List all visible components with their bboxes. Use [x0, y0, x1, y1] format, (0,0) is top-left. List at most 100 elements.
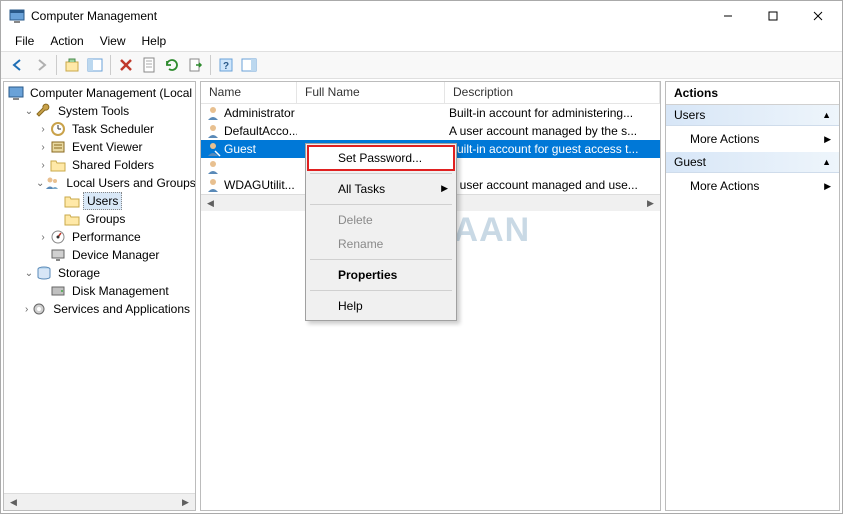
menu-help[interactable]: Help	[134, 32, 175, 50]
tree-shared-folders[interactable]: › Shared Folders	[6, 156, 193, 174]
menu-action[interactable]: Action	[42, 32, 91, 50]
separator	[310, 290, 452, 291]
chevron-right-icon: ▶	[824, 134, 831, 145]
minimize-button[interactable]	[705, 2, 750, 30]
separator	[310, 204, 452, 205]
list-row[interactable]: Administrator Built-in account for admin…	[201, 104, 660, 122]
wrench-icon	[36, 103, 52, 119]
column-name[interactable]: Name	[201, 82, 297, 103]
chevron-right-icon: ▶	[824, 181, 831, 192]
export-list-button[interactable]	[184, 54, 206, 76]
properties-button[interactable]	[138, 54, 160, 76]
chevron-up-icon: ▲	[822, 157, 831, 167]
actions-more-guest[interactable]: More Actions ▶	[666, 173, 839, 199]
user-disabled-icon	[205, 141, 221, 157]
chevron-right-icon[interactable]: ›	[36, 160, 50, 171]
list-row[interactable]: DefaultAcco... A user account managed by…	[201, 122, 660, 140]
ctx-properties[interactable]: Properties	[308, 263, 454, 287]
tree-hscrollbar[interactable]: ◀ ▶	[4, 493, 195, 510]
show-hide-tree-button[interactable]	[84, 54, 106, 76]
folder-icon	[64, 211, 80, 227]
chevron-down-icon[interactable]: ⌄	[36, 178, 44, 189]
tree-services-apps[interactable]: › Services and Applications	[6, 300, 193, 318]
tree-task-scheduler[interactable]: › Task Scheduler	[6, 120, 193, 138]
separator	[310, 173, 452, 174]
actions-section-users[interactable]: Users ▲	[666, 105, 839, 126]
list-header: Name Full Name Description	[201, 82, 660, 104]
gear-icon	[31, 301, 47, 317]
chevron-right-icon[interactable]: ›	[36, 232, 50, 243]
refresh-button[interactable]	[161, 54, 183, 76]
chevron-right-icon[interactable]: ›	[22, 304, 31, 315]
tree-groups[interactable]: Groups	[6, 210, 193, 228]
shared-folder-icon	[50, 157, 66, 173]
folder-icon	[64, 193, 80, 209]
actions-more-users[interactable]: More Actions ▶	[666, 126, 839, 152]
window-title: Computer Management	[31, 9, 157, 23]
separator	[310, 259, 452, 260]
chevron-up-icon: ▲	[822, 110, 831, 120]
users-group-icon	[44, 175, 60, 191]
context-menu: Set Password... All Tasks ▶ Delete Renam…	[305, 143, 457, 321]
scroll-left-icon[interactable]: ◀	[5, 495, 22, 510]
scroll-right-icon[interactable]: ▶	[177, 495, 194, 510]
maximize-button[interactable]	[750, 2, 795, 30]
ctx-all-tasks[interactable]: All Tasks ▶	[308, 177, 454, 201]
tree: Computer Management (Local ⌄ System Tool…	[4, 82, 195, 493]
help-button[interactable]: ?	[215, 54, 237, 76]
ctx-help[interactable]: Help	[308, 294, 454, 318]
tree-local-users[interactable]: ⌄ Local Users and Groups	[6, 174, 193, 192]
chevron-right-icon[interactable]: ›	[36, 142, 50, 153]
toolbar: ?	[1, 51, 842, 79]
performance-icon	[50, 229, 66, 245]
ctx-delete[interactable]: Delete	[308, 208, 454, 232]
list-pane: Name Full Name Description Administrator…	[200, 81, 661, 511]
tree-pane: Computer Management (Local ⌄ System Tool…	[3, 81, 196, 511]
tree-disk-management[interactable]: Disk Management	[6, 282, 193, 300]
actions-pane: Actions Users ▲ More Actions ▶ Guest ▲ M…	[665, 81, 840, 511]
column-full-name[interactable]: Full Name	[297, 82, 445, 103]
svg-text:?: ?	[223, 61, 229, 72]
clock-icon	[50, 121, 66, 137]
tree-storage[interactable]: ⌄ Storage	[6, 264, 193, 282]
user-icon	[205, 159, 221, 175]
tree-event-viewer[interactable]: › Event Viewer	[6, 138, 193, 156]
chevron-down-icon[interactable]: ⌄	[22, 268, 36, 279]
menu-file[interactable]: File	[7, 32, 42, 50]
user-icon	[205, 105, 221, 121]
chevron-down-icon[interactable]: ⌄	[22, 106, 36, 117]
tree-root[interactable]: Computer Management (Local	[6, 84, 193, 102]
close-button[interactable]	[795, 2, 840, 30]
chevron-right-icon: ▶	[441, 183, 448, 194]
content-area: Computer Management (Local ⌄ System Tool…	[1, 79, 842, 513]
menu-view[interactable]: View	[92, 32, 134, 50]
ctx-set-password[interactable]: Set Password...	[308, 146, 454, 170]
chevron-right-icon[interactable]: ›	[36, 124, 50, 135]
ctx-rename[interactable]: Rename	[308, 232, 454, 256]
computer-management-icon	[8, 85, 24, 101]
forward-button[interactable]	[30, 54, 52, 76]
list-body: Administrator Built-in account for admin…	[201, 104, 660, 194]
tree-users[interactable]: Users	[6, 192, 193, 210]
storage-icon	[36, 265, 52, 281]
delete-button[interactable]	[115, 54, 137, 76]
tree-performance[interactable]: › Performance	[6, 228, 193, 246]
user-icon	[205, 123, 221, 139]
app-icon	[9, 8, 25, 24]
titlebar: Computer Management	[1, 1, 842, 31]
tree-system-tools[interactable]: ⌄ System Tools	[6, 102, 193, 120]
scroll-left-icon[interactable]: ◀	[202, 196, 219, 211]
back-button[interactable]	[7, 54, 29, 76]
column-description[interactable]: Description	[445, 82, 660, 103]
tree-device-manager[interactable]: Device Manager	[6, 246, 193, 264]
up-button[interactable]	[61, 54, 83, 76]
event-viewer-icon	[50, 139, 66, 155]
device-manager-icon	[50, 247, 66, 263]
show-hide-action-button[interactable]	[238, 54, 260, 76]
actions-section-guest[interactable]: Guest ▲	[666, 152, 839, 173]
scroll-right-icon[interactable]: ▶	[642, 196, 659, 211]
disk-icon	[50, 283, 66, 299]
user-icon	[205, 177, 221, 193]
menubar: File Action View Help	[1, 31, 842, 51]
actions-title: Actions	[666, 82, 839, 105]
